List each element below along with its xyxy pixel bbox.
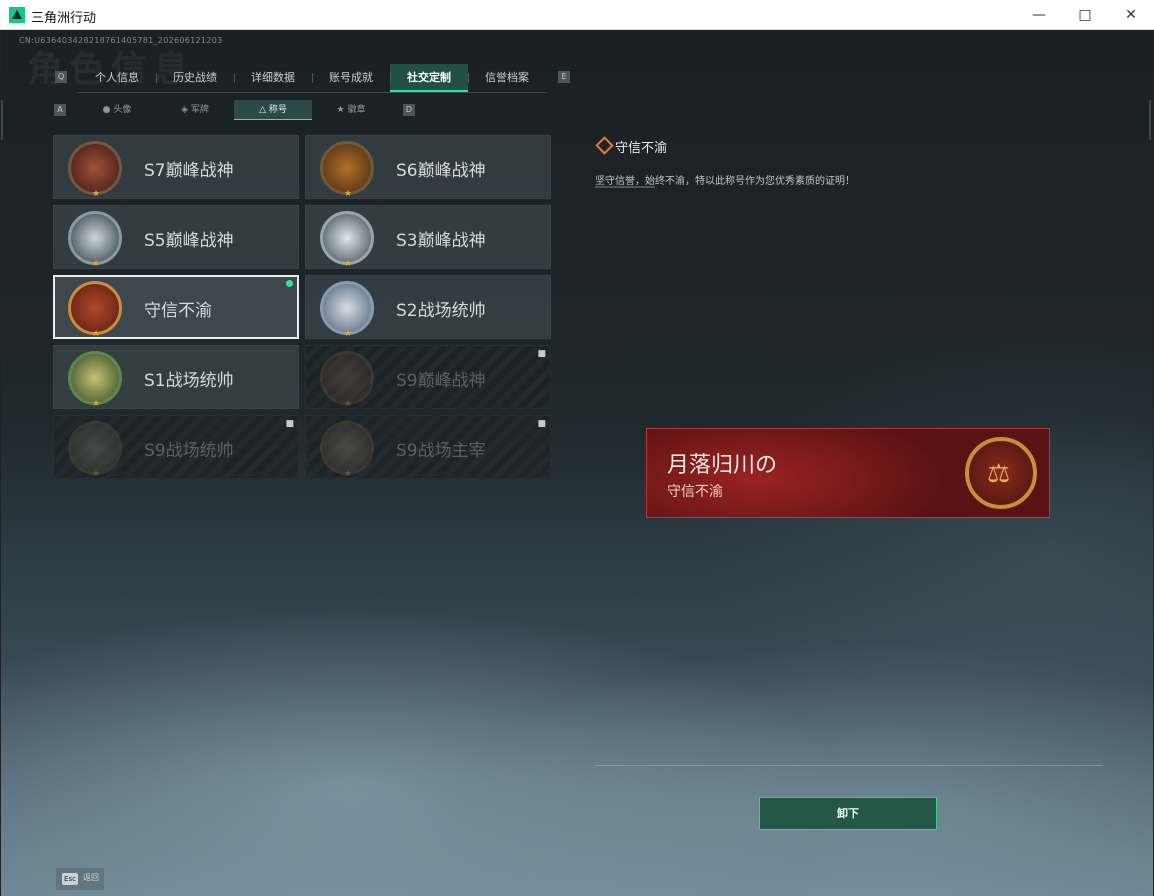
next-subtab-key[interactable]: D [403,104,415,116]
subtab-avatar[interactable]: ● 头像 [78,100,156,120]
tab-social-customization[interactable]: 社交定制 [390,64,468,92]
tab-detailed-data[interactable]: 详细数据 [234,64,312,92]
title-card-s2-marshal[interactable]: ★ S2战场统帅 [305,275,551,339]
title-card-s7-peak-god[interactable]: ★ S7巅峰战神 [53,135,299,199]
subtab-dogtag-label: 军牌 [190,105,209,115]
window-title: 三角洲行动 [31,11,97,26]
prev-tab-key[interactable]: Q [55,71,67,83]
detail-divider [595,186,655,188]
esc-key: Esc [62,873,78,885]
footer-divider [595,765,1103,766]
title-card-keep-faith[interactable]: ★ 守信不渝 [53,275,299,339]
s9-dominator-badge-icon: ★ [320,421,374,479]
person-icon: ● [102,105,114,115]
title-card-name: S6巅峰战神 [396,161,486,181]
tab-achievements[interactable]: 账号成就 [312,64,390,92]
title-card-s9-peak-god[interactable]: ★ S9巅峰战神 ■ [305,345,551,409]
minimize-icon[interactable]: — [1016,0,1062,30]
s9-marshal-badge-icon: ★ [68,421,122,479]
subtab-emblem-label: 徽章 [347,105,366,115]
title-diamond-icon [595,136,614,155]
title-banner-preview: 月落归川の 守信不渝 ⚖ [646,428,1050,518]
scales-badge-icon: ⚖ [965,437,1037,509]
lock-icon: ■ [537,349,546,359]
frame-decoration [1149,100,1151,140]
sub-tabs: ● 头像 ◈ 军牌 △ 称号 ★ 徽章 [78,100,390,120]
keep-faith-badge-icon: ★ [68,281,122,339]
title-card-s9-marshal[interactable]: ★ S9战场统帅 ■ [53,415,299,479]
subtab-title[interactable]: △ 称号 [234,100,312,120]
maximize-icon[interactable]: □ [1062,0,1108,30]
lock-icon: ■ [537,419,546,429]
s6-badge-icon: ★ [320,141,374,199]
app-logo-icon [9,7,25,23]
title-card-s9-dominator[interactable]: ★ S9战场主宰 ■ [305,415,551,479]
subtab-dogtag[interactable]: ◈ 军牌 [156,100,234,120]
next-tab-key[interactable]: E [558,71,570,83]
title-card-s5-peak-god[interactable]: ★ S5巅峰战神 [53,205,299,269]
title-card-name: S9巅峰战神 [396,371,486,391]
title-card-name: S1战场统帅 [144,371,234,391]
lock-icon: ■ [285,419,294,429]
title-icon: △ [259,105,269,115]
close-icon[interactable]: ✕ [1108,0,1154,30]
title-card-name: S9战场主宰 [396,441,486,461]
back-button[interactable]: Esc 返回 [56,868,104,890]
subtab-avatar-label: 头像 [113,105,132,115]
subtab-emblem[interactable]: ★ 徽章 [312,100,390,120]
title-card-s1-marshal[interactable]: ★ S1战场统帅 [53,345,299,409]
title-card-name: S3巅峰战神 [396,231,486,251]
s7-badge-icon: ★ [68,141,122,199]
game-viewport: CN:U636403428218761405781_202606121203 角… [1,30,1153,896]
subtab-title-label: 称号 [268,105,287,115]
frame-decoration [1,100,3,140]
detail-description: 坚守信誉，始终不渝，特以此称号作为您优秀素质的证明！ [595,176,855,187]
unequip-button[interactable]: 卸下 [759,797,937,830]
tab-history[interactable]: 历史战绩 [156,64,234,92]
window-titlebar: 三角洲行动 — □ ✕ [0,0,1154,30]
s3-badge-icon: ★ [320,211,374,269]
title-card-s3-peak-god[interactable]: ★ S3巅峰战神 [305,205,551,269]
title-card-name: S5巅峰战神 [144,231,234,251]
equipped-indicator [286,280,293,287]
emblem-icon: ★ [336,105,348,115]
prev-subtab-key[interactable]: A [54,104,66,116]
title-card-name: S7巅峰战神 [144,161,234,181]
detail-title: 守信不渝 [615,141,668,156]
dogtag-icon: ◈ [181,105,191,115]
main-tabs: 个人信息 历史战绩 详细数据 账号成就 社交定制 信誉档案 [78,64,546,93]
scales-icon: ⚖ [987,459,1011,489]
back-label: 返回 [83,873,99,882]
s2-badge-icon: ★ [320,281,374,339]
s9-peak-badge-icon: ★ [320,351,374,409]
title-card-name: S9战场统帅 [144,441,234,461]
title-card-s6-peak-god[interactable]: ★ S6巅峰战神 [305,135,551,199]
tab-personal-info[interactable]: 个人信息 [78,64,156,92]
title-card-name: S2战场统帅 [396,301,486,321]
tab-credit-record[interactable]: 信誉档案 [468,64,546,92]
title-card-name: 守信不渝 [144,301,212,321]
banner-title: 守信不渝 [667,484,723,500]
banner-player-name: 月落归川の [667,453,778,478]
s5-badge-icon: ★ [68,211,122,269]
s1-badge-icon: ★ [68,351,122,409]
